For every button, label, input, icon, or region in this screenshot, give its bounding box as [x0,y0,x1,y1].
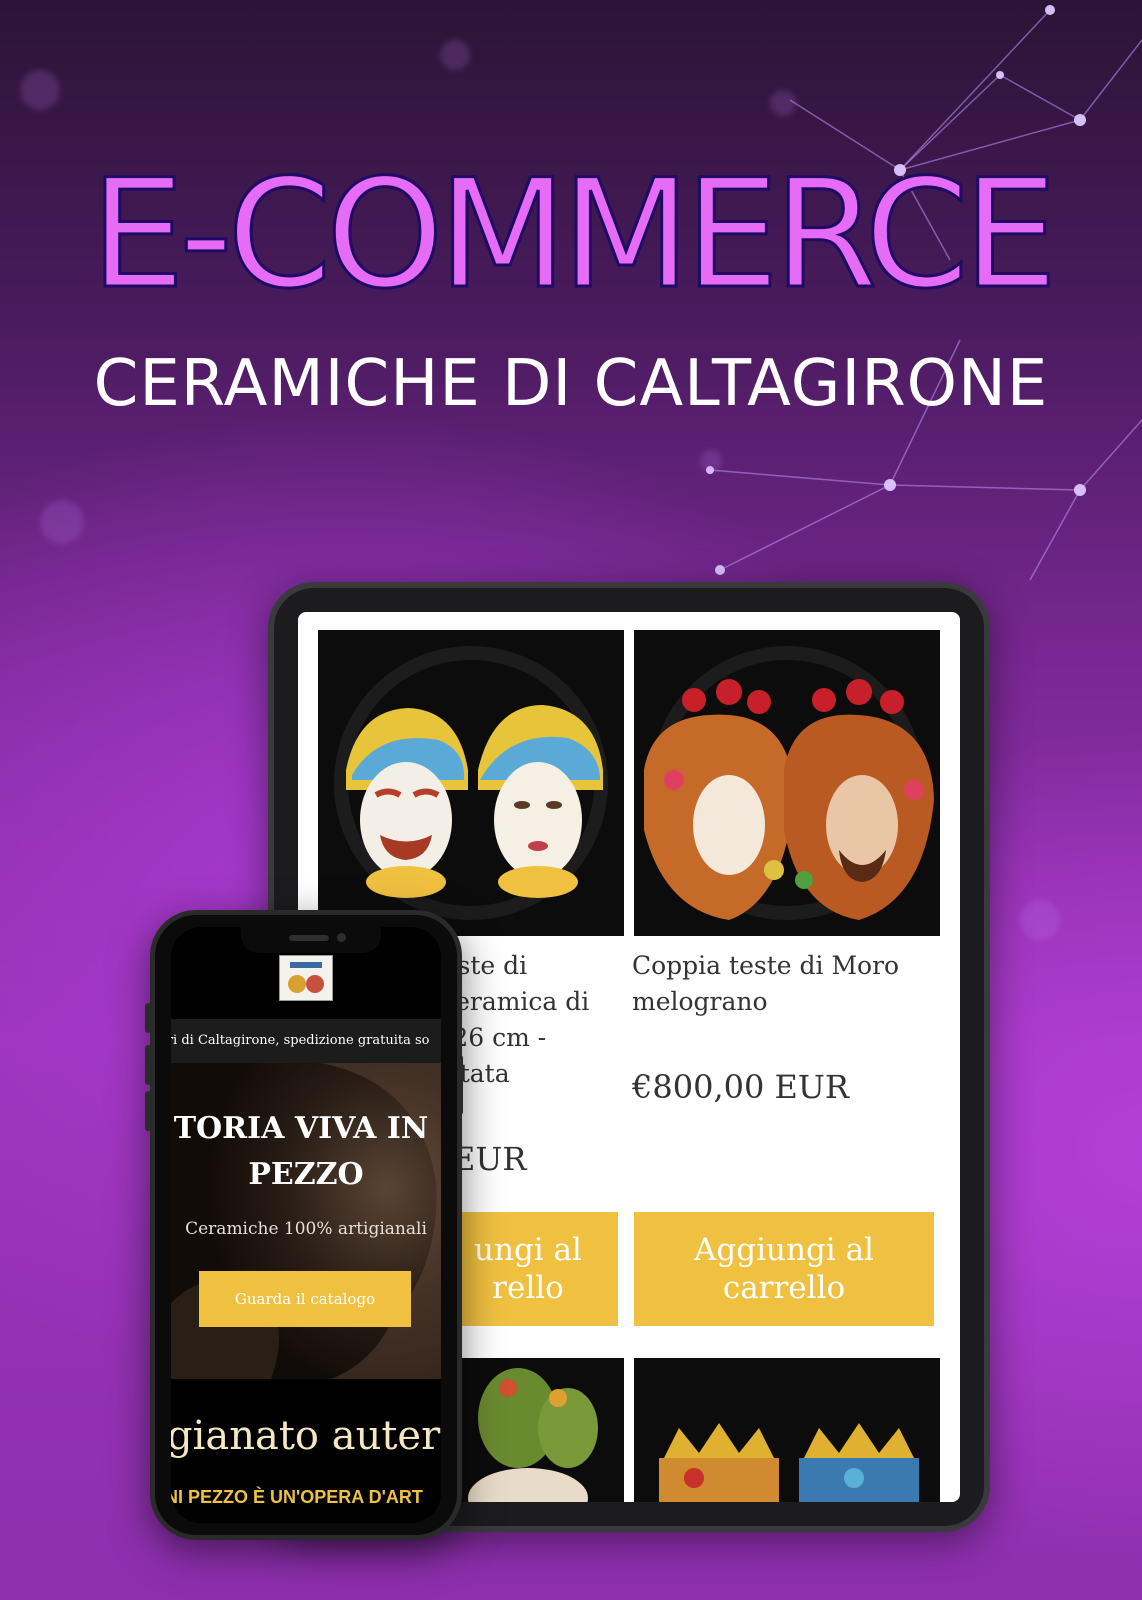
view-catalog-button[interactable]: Guarda il catalogo [199,1271,411,1327]
shop-logo[interactable] [279,955,333,1001]
product-price-1: EUR [452,1140,527,1178]
phone-notch [241,927,381,953]
phone-mockup: ori di Caltagirone, spedizione gratuita … [145,910,463,1540]
product-image-moro-heads-pomegranate[interactable] [634,630,940,936]
phone-screen: ori di Caltagirone, spedizione gratuita … [171,927,441,1523]
phone-hero-banner: TORIA VIVA IN PEZZO Ceramiche 100% artig… [171,1063,441,1379]
phone-hero-title-line1: TORIA VIVA IN [173,1111,429,1146]
announcement-bar: ori di Caltagirone, spedizione gratuita … [171,1019,441,1063]
phone-side-button [145,1091,151,1131]
bokeh-light-decoration [770,90,796,116]
phone-hero-title-line2: PEZZO [248,1157,364,1192]
hero-subtitle: CERAMICHE DI CALTAGIRONE [93,347,1049,421]
add-to-cart-label-1: ungi al rello [474,1232,582,1306]
bokeh-light-decoration [700,450,722,472]
bokeh-light-decoration [20,70,60,110]
add-to-cart-label-2: Aggiungi al carrello [694,1232,874,1306]
bokeh-light-decoration [1020,900,1060,940]
product-price-2: €800,00 EUR [632,1068,849,1106]
phone-power-button [457,1055,463,1115]
add-to-cart-button-2[interactable]: Aggiungi al carrello [634,1212,934,1326]
announcement-text: ori di Caltagirone, spedizione gratuita … [171,1033,430,1048]
bokeh-light-decoration [40,500,84,544]
product-title-2[interactable]: Coppia teste di Moro melograno [632,948,942,1020]
bokeh-light-decoration [440,40,470,70]
product-image-crowned-heads[interactable] [634,1358,940,1502]
artisan-tagline: NI PEZZO È UN'OPERA D'ART [171,1487,423,1507]
phone-side-button [145,1003,151,1033]
camera-icon [337,933,346,942]
phone-hero-subtitle: Ceramiche 100% artigianali [185,1219,427,1239]
artisan-heading: gianato auter [171,1413,441,1459]
phone-side-button [145,1045,151,1085]
product-image-moro-heads-turban[interactable] [318,630,624,936]
hero-title: E-COMMERCE [89,148,1060,322]
speaker-icon [289,935,329,941]
